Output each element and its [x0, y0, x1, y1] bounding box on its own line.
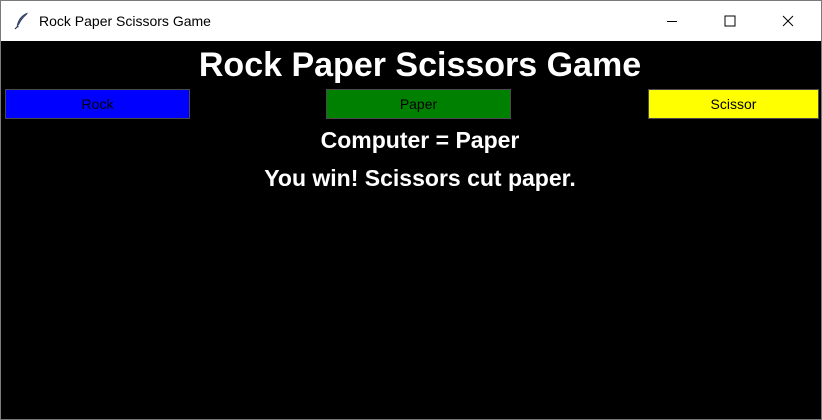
window-title: Rock Paper Scissors Game [39, 13, 211, 29]
close-button[interactable] [759, 1, 817, 41]
minimize-button[interactable] [643, 1, 701, 41]
computer-choice-text: Computer = Paper [320, 127, 520, 153]
rock-button[interactable]: Rock [5, 89, 190, 119]
app-window: Rock Paper Scissors Game Rock Paper Scis… [0, 0, 822, 420]
title-bar[interactable]: Rock Paper Scissors Game [1, 1, 821, 41]
maximize-button[interactable] [701, 1, 759, 41]
feather-icon [14, 12, 29, 30]
minimize-icon [667, 21, 677, 22]
game-heading: Rock Paper Scissors Game [198, 46, 642, 84]
close-icon [782, 15, 794, 27]
game-area: Rock Paper Scissors Game Rock Paper Scis… [1, 41, 821, 419]
scissor-button[interactable]: Scissor [648, 89, 819, 119]
paper-button[interactable]: Paper [326, 89, 511, 119]
result-text: You win! Scissors cut paper. [264, 165, 576, 191]
maximize-icon [724, 15, 736, 27]
